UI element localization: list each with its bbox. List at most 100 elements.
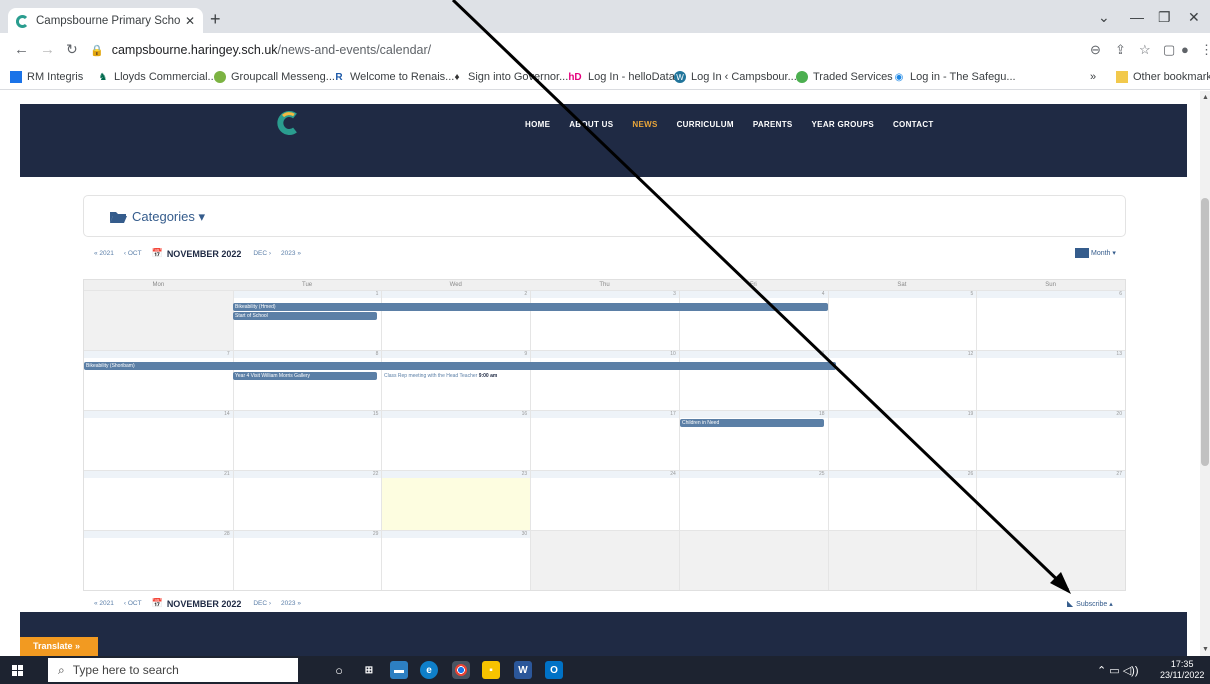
bookmark-lloyds[interactable]: ♞ Lloyds Commercial... [97,71,217,83]
browser-tab[interactable]: Campsbourne Primary School | C ✕ [8,8,203,34]
profile-icon[interactable]: ● [1181,42,1189,57]
calendar-day[interactable]: 26 [827,471,977,530]
new-tab-icon[interactable]: + [210,9,221,30]
event-children-in-need[interactable]: Children in Need [680,419,824,427]
calendar-day[interactable]: 29 [232,531,382,590]
nav-news[interactable]: NEWS [632,120,657,129]
calendar-day[interactable]: 13 [976,351,1125,410]
calendar-day[interactable]: 20 [976,411,1125,470]
close-window-icon[interactable]: ✕ [1188,9,1200,26]
subscribe-button[interactable]: ◣ Subscribe ▴ [1067,599,1113,608]
calendar-day[interactable]: 12 [827,351,977,410]
outlook-icon[interactable]: O [545,661,563,679]
prev-year-link[interactable]: « 2021 [94,250,114,257]
scroll-up-icon[interactable]: ▲ [1202,94,1209,101]
view-selector[interactable]: Month ▾ [1075,248,1116,258]
bookmark-governor[interactable]: ♦ Sign into Governor... [451,71,568,83]
categories-dropdown[interactable]: Categories ▾ [110,209,205,225]
prev-year-link[interactable]: « 2021 [94,600,114,607]
taskbar-search[interactable]: ⌕ Type here to search [48,658,298,682]
calendar-day[interactable]: 25 [678,471,828,530]
bookmark-groupcall[interactable]: Groupcall Messeng... [214,71,335,83]
translate-button[interactable]: Translate » [20,637,98,656]
calendar-day[interactable]: 30 [381,531,531,590]
calendar-day[interactable]: 5 [827,291,977,350]
back-icon[interactable]: ← [14,41,29,58]
current-month[interactable]: 📅 NOVEMBER 2022 [152,598,242,609]
calendar-day[interactable]: 4 [678,291,828,350]
calendar-day[interactable]: 19 [827,411,977,470]
menu-kebab-icon[interactable]: ⋮ [1200,42,1210,58]
calendar-day[interactable]: 21 [84,471,233,530]
bookmark-renaissance[interactable]: R Welcome to Renais... [333,71,454,83]
calendar-day[interactable]: 6 [976,291,1125,350]
next-year-link[interactable]: 2023 » [281,600,301,607]
next-month-link[interactable]: DEC › [253,600,271,607]
nav-home[interactable]: HOME [525,120,550,129]
calendar-day[interactable]: 28 [84,531,233,590]
maximize-icon[interactable]: ❐ [1158,9,1171,26]
share-icon[interactable]: ⇪ [1115,42,1126,58]
prev-month-link[interactable]: ‹ OCT [124,250,142,257]
calendar-day[interactable]: 2 [381,291,531,350]
nav-curriculum[interactable]: CURRICULUM [677,120,734,129]
calendar-day[interactable]: 11 [678,351,828,410]
clock[interactable]: 17:35 23/11/2022 [1160,659,1204,681]
nav-year-groups[interactable]: YEAR GROUPS [812,120,874,129]
next-month-link[interactable]: DEC › [253,250,271,257]
file-explorer-icon[interactable]: ▬ [390,661,408,679]
calendar-day[interactable]: 22 [232,471,382,530]
chrome-icon[interactable] [452,661,470,679]
bookmark-hellodata[interactable]: hD Log In - helloData [567,71,675,83]
bookmark-star-icon[interactable]: ☆ [1139,42,1151,58]
calendar-day[interactable]: 14 [84,411,233,470]
side-panel-icon[interactable]: ▢ [1163,42,1175,58]
minimize-icon[interactable]: — [1130,9,1144,25]
tab-search-icon[interactable]: ⌄ [1098,9,1110,26]
bookmarks-overflow[interactable]: » [1090,71,1096,83]
current-month[interactable]: 📅 NOVEMBER 2022 [152,248,242,259]
word-icon[interactable]: W [514,661,532,679]
scrollbar-thumb[interactable] [1201,198,1209,466]
bookmark-rm-integris[interactable]: RM Integris [10,71,83,83]
event-start-of-school[interactable]: Start of School [233,312,377,320]
scroll-down-icon[interactable]: ▼ [1202,646,1209,653]
reload-icon[interactable]: ↻ [66,41,78,58]
bookmark-safeguarding[interactable]: ◉ Log in - The Safegu... [893,71,1016,83]
system-tray[interactable]: ⌃ ▭ ◁)) [1097,664,1139,677]
event-class-rep-meeting[interactable]: Class Rep meeting with the Head Teacher … [384,372,497,380]
calendar-day-today[interactable]: 23 [381,471,531,530]
bookmark-traded-services[interactable]: Traded Services [796,71,893,83]
sticky-notes-icon[interactable]: ▪ [482,661,500,679]
next-year-link[interactable]: 2023 » [281,250,301,257]
bookmark-wordpress[interactable]: W Log In ‹ Campsbour... [674,71,797,83]
calendar-day[interactable]: 9 [381,351,531,410]
calendar-day[interactable]: 27 [976,471,1125,530]
tab-close-icon[interactable]: ✕ [185,14,195,28]
calendar-day[interactable]: 17 [530,411,679,470]
cortana-icon[interactable]: ○ [330,661,348,679]
other-bookmarks[interactable]: Other bookmarks [1116,71,1210,83]
event-bikeability-shoreham[interactable]: Bikeability (Shoribam) [84,362,836,370]
nav-parents[interactable]: PARENTS [753,120,793,129]
event-year4-visit[interactable]: Year 4 Visit William Morris Gallery [233,372,377,380]
calendar-day[interactable]: 7 [84,351,233,410]
edge-icon[interactable]: e [420,661,438,679]
nav-about-us[interactable]: ABOUT US [569,120,613,129]
calendar-day[interactable]: 1 [232,291,382,350]
school-logo[interactable] [275,110,301,136]
zoom-icon[interactable]: ⊖ [1090,42,1101,58]
calendar-day[interactable]: 10 [530,351,679,410]
prev-month-link[interactable]: ‹ OCT [124,600,142,607]
nav-contact[interactable]: CONTACT [893,120,934,129]
address-bar[interactable]: 🔒 campsbourne.haringey.sch.uk/news-and-e… [90,38,1140,62]
calendar-day[interactable]: 16 [381,411,531,470]
windows-start-icon[interactable] [12,665,23,676]
calendar-day[interactable]: 3 [530,291,679,350]
task-view-icon[interactable]: ⊞ [360,661,378,679]
event-bikeability-hornsey[interactable]: Bikeability (Hmed) [233,303,828,311]
calendar-day[interactable]: 15 [232,411,382,470]
calendar-day[interactable]: 8 [232,351,382,410]
forward-icon[interactable]: → [40,41,55,58]
calendar-day[interactable]: 24 [530,471,679,530]
